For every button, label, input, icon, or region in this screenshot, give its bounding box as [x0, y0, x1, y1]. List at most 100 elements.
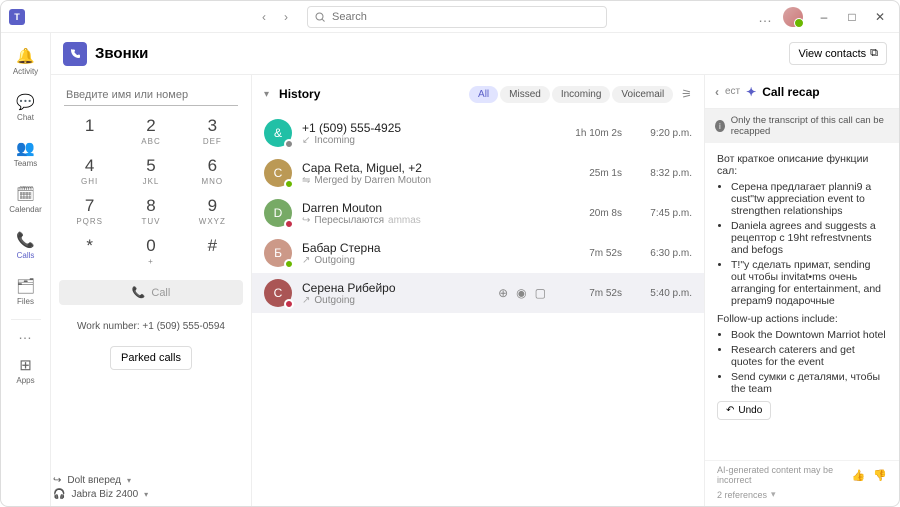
- recap-back-button[interactable]: ‹: [715, 85, 719, 99]
- rail-activity[interactable]: 🔔 Activity: [4, 39, 48, 83]
- call-duration: 1h 10m 2s: [566, 128, 622, 139]
- history-row[interactable]: ББабар Стерна↗Outgoing7m 52s6:30 p.m.: [252, 233, 704, 273]
- profile-avatar[interactable]: [783, 7, 803, 27]
- recap-intro: Вот краткое описание функции сал:: [717, 153, 887, 177]
- add-contact-icon[interactable]: ⊕: [498, 286, 508, 300]
- history-panel: ▾ History AllMissedIncomingVoicemail⚞ &+…: [251, 75, 704, 506]
- phone-icon: 📞: [132, 286, 146, 299]
- recap-panel: ‹ ест ✦ Call recap i Only the transcript…: [704, 75, 899, 506]
- recap-references[interactable]: 2 references: [717, 490, 767, 500]
- undo-icon: ↶: [726, 405, 734, 416]
- window-close-button[interactable]: ✕: [869, 6, 891, 28]
- history-row[interactable]: ССерена Рибейро↗Outgoing⊕◉▢7m 52s5:40 p.…: [252, 273, 704, 313]
- filter-all[interactable]: All: [469, 86, 498, 103]
- call-time: 8:32 p.m.: [638, 168, 692, 179]
- forward-icon: ↪: [302, 215, 310, 226]
- thumbs-up-button[interactable]: 👍: [852, 469, 866, 482]
- search-input[interactable]: [307, 6, 607, 28]
- call-time: 5:40 p.m.: [638, 288, 692, 299]
- thumbs-down-button[interactable]: 👎: [873, 469, 887, 482]
- call-button-label: Call: [151, 287, 170, 299]
- forwarding-status[interactable]: ↪ Dolt вперед ▾: [53, 475, 148, 486]
- history-title: Серена Рибейро: [302, 281, 488, 295]
- dial-input[interactable]: [64, 85, 238, 106]
- dialpad-key-9[interactable]: 9WXYZ: [182, 196, 243, 226]
- recap-title-prefix: ест: [725, 86, 740, 97]
- rail-label: Activity: [13, 67, 38, 76]
- recap-undo-button[interactable]: ↶ Undo: [717, 401, 771, 420]
- call-time: 6:30 p.m.: [638, 248, 692, 259]
- recap-bullets: Серена предлагает planni9 a cust"tw appr…: [717, 181, 887, 307]
- dialpad-key-1[interactable]: 1: [59, 116, 120, 146]
- dialpad-key-2[interactable]: 2ABC: [120, 116, 181, 146]
- history-meta: 20m 8s7:45 p.m.: [562, 208, 692, 219]
- more-options-button[interactable]: …: [758, 9, 773, 25]
- dialpad-num: 3: [208, 116, 217, 136]
- history-title: Сара Reta, Miguel, +2: [302, 161, 552, 175]
- dialpad-key-0[interactable]: 0+: [120, 236, 181, 266]
- history-subtitle: ↙Incoming: [302, 135, 552, 146]
- history-expand-toggle[interactable]: ▾: [264, 89, 269, 100]
- device-status[interactable]: 🎧 Jabra Biz 2400 ▾: [53, 489, 148, 500]
- rail-teams[interactable]: 👥Teams: [4, 131, 48, 175]
- history-info: Серена Рибейро↗Outgoing: [302, 281, 488, 306]
- rail-files[interactable]: 🗂Files: [4, 269, 48, 313]
- dialpad-key-7[interactable]: 7PQRS: [59, 196, 120, 226]
- rail-calendar[interactable]: 🗓Calendar: [4, 177, 48, 221]
- rail-calls[interactable]: 📞Calls: [4, 223, 48, 267]
- dialpad-key-5[interactable]: 5JKL: [120, 156, 181, 186]
- recap-disclaimer: AI-generated content may be incorrect: [717, 465, 852, 485]
- history-row[interactable]: &+1 (509) 555-4925↙Incoming1h 10m 2s9:20…: [252, 113, 704, 153]
- dialpad-key-*[interactable]: *: [59, 236, 120, 266]
- outgoing-icon: ↗: [302, 295, 310, 306]
- merge-icon: ⇋: [302, 175, 310, 186]
- video-icon[interactable]: ▢: [535, 286, 546, 300]
- dialpad-key-4[interactable]: 4GHI: [59, 156, 120, 186]
- dialpad-num: 1: [85, 116, 94, 136]
- window-maximize-button[interactable]: □: [841, 6, 863, 28]
- rail-apps[interactable]: ⊞Apps: [4, 348, 48, 392]
- parked-calls-button[interactable]: Parked calls: [110, 346, 192, 370]
- call-button[interactable]: 📞 Call: [59, 280, 243, 305]
- dialpad-sub: WXYZ: [199, 217, 226, 226]
- forward-label: Dolt вперед: [67, 475, 121, 486]
- dialpad-sub: JKL: [143, 177, 160, 186]
- chevron-down-icon: ▾: [144, 490, 148, 499]
- rail-more-button[interactable]: …: [18, 326, 33, 342]
- nav-back-button[interactable]: ‹: [255, 8, 273, 26]
- filter-voicemail[interactable]: Voicemail: [612, 86, 673, 103]
- view-contacts-label: View contacts: [798, 48, 866, 60]
- history-row[interactable]: DDarren Mouton↪Пересылаются ammas20m 8s7…: [252, 193, 704, 233]
- files-icon: 🗂: [16, 277, 35, 295]
- filter-icon[interactable]: ⚞: [681, 87, 692, 101]
- record-icon[interactable]: ◉: [516, 286, 526, 300]
- view-contacts-button[interactable]: View contacts ⧉: [789, 42, 887, 65]
- dialpad-num: #: [208, 236, 217, 256]
- call-duration: 7m 52s: [566, 288, 622, 299]
- bell-icon: 🔔: [16, 47, 35, 65]
- recap-bullet: Серена предлагает planni9 a cust"tw appr…: [731, 181, 887, 217]
- dialpad-key-6[interactable]: 6MNO: [182, 156, 243, 186]
- avatar: С: [264, 159, 292, 187]
- info-icon: i: [715, 120, 725, 132]
- dialpad: 12ABC3DEF4GHI5JKL6MNO7PQRS8TUV9WXYZ*0+#: [59, 116, 243, 266]
- dialpad-sub: DEF: [203, 137, 222, 146]
- dialpad-sub: MNO: [201, 177, 223, 186]
- nav-forward-button[interactable]: ›: [277, 8, 295, 26]
- history-title: +1 (509) 555-4925: [302, 121, 552, 135]
- dialpad-key-3[interactable]: 3DEF: [182, 116, 243, 146]
- footer-status: ↪ Dolt вперед ▾ 🎧 Jabra Biz 2400 ▾: [53, 475, 148, 500]
- dialpad-key-8[interactable]: 8TUV: [120, 196, 181, 226]
- dialpad-key-#[interactable]: #: [182, 236, 243, 266]
- history-subtitle: ⇋Merged by Darren Mouton: [302, 175, 552, 186]
- history-row[interactable]: С Сара Reta, Miguel, +2⇋Merged by Darren …: [252, 153, 704, 193]
- rail-chat[interactable]: 💬Chat: [4, 85, 48, 129]
- filter-missed[interactable]: Missed: [500, 86, 550, 103]
- chevron-down-icon: ▾: [127, 476, 131, 485]
- window-minimize-button[interactable]: –: [813, 6, 835, 28]
- history-subtitle: ↗Outgoing: [302, 255, 552, 266]
- presence-indicator: [284, 259, 294, 269]
- filter-incoming[interactable]: Incoming: [552, 86, 611, 103]
- avatar: &: [264, 119, 292, 147]
- recap-bullet: Daniela agrees and suggests a рецептор с…: [731, 220, 887, 256]
